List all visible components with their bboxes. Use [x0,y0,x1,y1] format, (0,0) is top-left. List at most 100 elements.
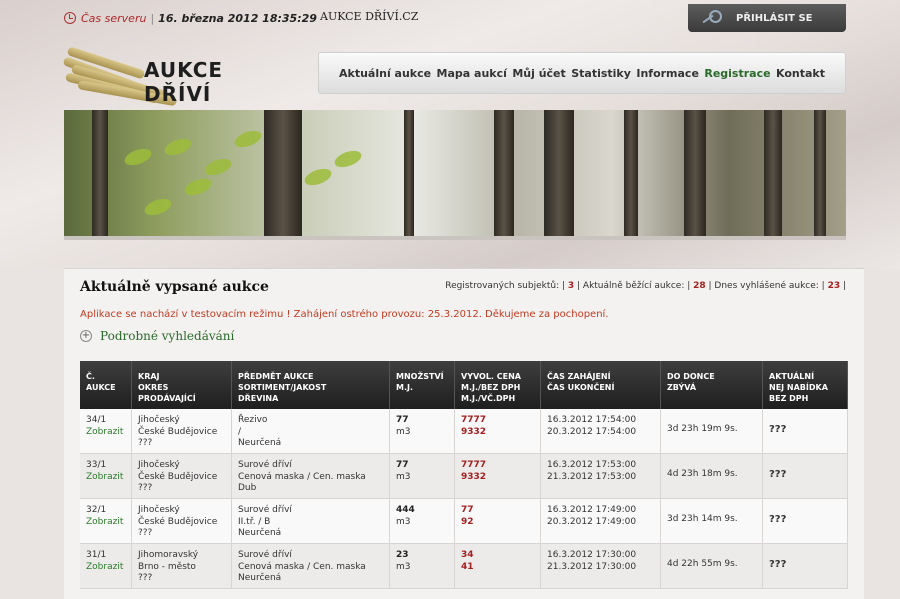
remaining-time: 3d 23h 14m 9s. [667,514,738,524]
cell-text: Jihomoravský [138,550,199,560]
cell-text: České Budějovice [138,471,218,482]
cell-text: Jihočeský [138,415,180,425]
clock-icon [64,12,76,24]
cell-text: Řezivo [238,415,268,425]
auction-id: 31/1 [86,550,107,560]
cell-text: Surové dříví [238,550,292,560]
start-time: 16.3.2012 17:53:00 [547,460,637,470]
cell-text: ??? [138,528,153,538]
quantity-unit: m3 [396,561,411,572]
price-cell: 7777 9332 [455,409,541,453]
end-time: 21.3.2012 17:30:00 [547,561,637,572]
time-cell: 16.3.2012 17:54:00 20.3.2012 17:54:00 [541,409,661,453]
end-time: 20.3.2012 17:49:00 [547,516,637,527]
cell-text: Neurčená [238,573,282,583]
site-logo[interactable]: AUKCE DŘÍVÍ [62,40,284,107]
subject-cell: Surové dříví II.tř. / B Neurčená [232,499,390,543]
show-auction-link[interactable]: Zobrazit [86,427,125,439]
nav-item-0[interactable]: Aktuální aukce [339,67,431,80]
cell-text: Surové dříví [238,460,292,470]
quantity-unit: m3 [396,426,411,437]
best-bid: ??? [769,514,787,525]
show-auction-link[interactable]: Zobrazit [86,517,125,529]
nav-item-3[interactable]: Statistiky [571,67,631,80]
end-time: 21.3.2012 17:53:00 [547,471,637,482]
best-bid-cell: ??? [763,409,848,453]
subject-cell: Surové dříví Cenová maska / Cen. maska Neu… [232,544,390,588]
nav-item-2[interactable]: Můj účet [512,67,565,80]
column-header: AKTUÁLNÍ NEJ NABÍDKA BEZ DPH [763,361,848,409]
nav-item-1[interactable]: Mapa aukcí [437,67,507,80]
quantity-unit: m3 [396,516,411,527]
quantity-cell: 23 m3 [390,544,455,588]
quantity-cell: 77 m3 [390,454,455,498]
cell-text: Neurčená [238,528,282,538]
forest-banner [64,110,846,236]
running-count: 28 [693,281,706,291]
login-button[interactable]: PŘIHLÁSIT SE [688,4,846,32]
banner-divider [64,236,846,240]
price-cell: 7777 9332 [455,454,541,498]
nav-item-6[interactable]: Kontakt [776,67,825,80]
server-time-bar: Čas serveru | 16. března 2012 18:35:29 [64,8,317,28]
remaining-time: 3d 23h 19m 9s. [667,424,738,434]
auction-id: 34/1 [86,415,107,425]
best-bid-cell: ??? [763,499,848,543]
price-cell: 34 41 [455,544,541,588]
table-row: 34/1 Zobrazit Jihočeský České Budějovice???… [80,409,848,454]
server-time-separator: | [150,11,155,25]
cell-text: ??? [138,483,153,493]
cell-text: České Budějovice [138,426,218,437]
column-header: DO DONCE ZBÝVÁ [661,361,763,409]
show-auction-link[interactable]: Zobrazit [86,562,125,574]
start-time: 16.3.2012 17:54:00 [547,415,637,425]
cell-text: ??? [138,438,153,448]
auction-id-cell: 31/1 Zobrazit [80,544,132,588]
auction-id-cell: 32/1 Zobrazit [80,499,132,543]
column-header: ČAS ZAHÁJENÍ ČAS UKONČENÍ [541,361,661,409]
quantity-cell: 77 m3 [390,409,455,453]
cell-text: II.tř. / B [238,516,271,527]
cell-text: Jihočeský [138,505,180,515]
price-net: 7777 [461,415,487,425]
cell-text: Dub [238,483,257,493]
auction-id-cell: 34/1 Zobrazit [80,409,132,453]
region-cell: Jihočeský České Budějovice??? [132,499,232,543]
price-gross: 41 [461,561,474,572]
best-bid-cell: ??? [763,454,848,498]
price-gross: 9332 [461,426,487,437]
table-row: 32/1 Zobrazit Jihočeský České Budějovice???… [80,499,848,544]
content-panel: Aktuálně vypsané aukce Registrovaných su… [64,268,864,599]
remaining-cell: 3d 23h 14m 9s. [661,499,763,543]
cell-text: / [238,426,242,437]
nav-item-4[interactable]: Informace [636,67,699,80]
end-time: 20.3.2012 17:54:00 [547,426,637,437]
table-body: 34/1 Zobrazit Jihočeský České Budějovice???… [80,409,848,589]
quantity-value: 77 [396,415,409,425]
best-bid: ??? [769,559,787,570]
price-cell: 77 92 [455,499,541,543]
auction-id: 32/1 [86,505,107,515]
price-gross: 92 [461,516,474,527]
time-cell: 16.3.2012 17:49:00 20.3.2012 17:49:00 [541,499,661,543]
table-row: 31/1 Zobrazit Jihomoravský Brno - město??? S… [80,544,848,589]
best-bid: ??? [769,469,787,480]
subject-cell: Surové dříví Cenová maska / Cen. maska Dub [232,454,390,498]
region-cell: Jihočeský České Budějovice??? [132,409,232,453]
nav-item-5[interactable]: Registrace [704,67,770,80]
auction-stats: Registrovaných subjektů: | 3 | Aktuálně … [445,281,846,291]
remaining-time: 4d 23h 18m 9s. [667,469,738,479]
advanced-search-toggle[interactable]: + Podrobné vyhledávání [80,329,234,343]
main-nav: Aktuální aukce Mapa aukcí Můj účet Statisti… [318,52,846,94]
table-header: Č. AUKCE KRAJ OKRES PRODÁVAJÍCÍ PŘEDMĚT AUKCE… [80,361,848,409]
table-row: 33/1 Zobrazit Jihočeský České Budějovice???… [80,454,848,499]
price-net: 34 [461,550,474,560]
quantity-value: 444 [396,505,415,515]
column-header: VYVOL. CENA M.J./BEZ DPH M.J./VČ.DPH [455,361,541,409]
cell-text: České Budějovice [138,516,218,527]
price-gross: 9332 [461,471,487,482]
site-name-link[interactable]: AUKCE DŘÍVÍ.CZ [320,10,418,23]
show-auction-link[interactable]: Zobrazit [86,472,125,484]
test-mode-notice: Aplikace se nachází v testovacím režimu … [80,309,609,320]
advanced-search-label: Podrobné vyhledávání [100,329,235,343]
